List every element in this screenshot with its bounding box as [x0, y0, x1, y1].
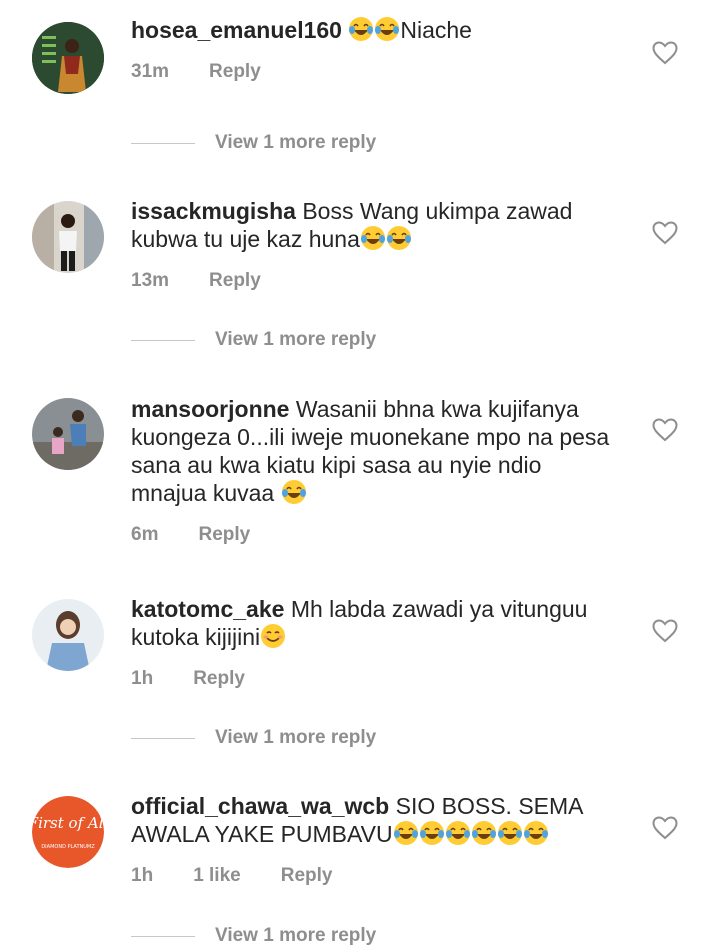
face-with-tears-of-joy-icon — [348, 16, 374, 48]
view-more-replies-label[interactable]: View 1 more reply — [215, 329, 376, 351]
comment-body: Niache — [400, 17, 472, 43]
face-with-tears-of-joy-icon — [281, 479, 307, 511]
divider-line — [131, 935, 195, 937]
reply-button[interactable]: Reply — [193, 668, 245, 690]
comment-time: 6m — [131, 524, 159, 545]
heart-icon[interactable] — [652, 816, 678, 840]
comment-username[interactable]: katotomc_ake — [131, 596, 284, 622]
face-with-tears-of-joy-icon — [419, 820, 445, 852]
avatar-logo-subtext: DIAMOND PLATNUMZ — [41, 844, 95, 850]
reply-button[interactable]: Reply — [198, 524, 250, 546]
heart-icon[interactable] — [652, 418, 678, 442]
heart-icon[interactable] — [652, 41, 678, 65]
avatar[interactable]: First of All DIAMOND PLATNUMZ — [32, 796, 104, 868]
comment-text: katotomc_ake Mh labda zawadi ya vitunguu… — [131, 595, 621, 655]
face-with-tears-of-joy-icon — [445, 820, 471, 852]
comment-text: mansoorjonne Wasanii bhna kwa kujifanya … — [131, 395, 621, 511]
like-count[interactable]: 1 like — [193, 865, 241, 887]
comment-meta: 31m Reply — [131, 61, 621, 83]
face-with-tears-of-joy-icon — [497, 820, 523, 852]
view-more-replies-button[interactable]: View 1 more reply — [131, 329, 376, 351]
view-more-replies-label[interactable]: View 1 more reply — [215, 727, 376, 749]
heart-icon[interactable] — [652, 619, 678, 643]
comment-time: 1h — [131, 668, 154, 689]
view-more-replies-label[interactable]: View 1 more reply — [215, 925, 376, 947]
divider-line — [131, 142, 195, 144]
face-with-tears-of-joy-icon — [386, 225, 412, 257]
face-with-tears-of-joy-icon — [393, 820, 419, 852]
comment-time: 1h — [131, 865, 154, 886]
divider-line — [131, 339, 195, 341]
comment-meta: 1h 1 like Reply — [131, 865, 621, 887]
comment-username[interactable]: official_chawa_wa_wcb — [131, 793, 389, 819]
comment-username[interactable]: mansoorjonne — [131, 396, 289, 422]
smiling-face-icon — [260, 623, 286, 655]
comment-text: official_chawa_wa_wcb SIO BOSS. SEMA AWA… — [131, 792, 621, 852]
face-with-tears-of-joy-icon — [360, 225, 386, 257]
comment-text: hosea_emanuel160 Niache — [131, 16, 621, 48]
comment-meta: 13m Reply — [131, 270, 621, 292]
view-more-replies-button[interactable]: View 1 more reply — [131, 925, 376, 947]
reply-button[interactable]: Reply — [281, 865, 333, 887]
face-with-tears-of-joy-icon — [523, 820, 549, 852]
comment-time: 31m — [131, 61, 170, 82]
view-more-replies-label[interactable]: View 1 more reply — [215, 132, 376, 154]
heart-icon[interactable] — [652, 221, 678, 245]
face-with-tears-of-joy-icon — [374, 16, 400, 48]
reply-button[interactable]: Reply — [209, 270, 261, 292]
comment-username[interactable]: hosea_emanuel160 — [131, 17, 342, 43]
avatar[interactable] — [32, 398, 104, 470]
comment-meta: 6m Reply — [131, 524, 621, 546]
reply-button[interactable]: Reply — [209, 61, 261, 83]
avatar[interactable] — [32, 599, 104, 671]
comment-text: issackmugisha Boss Wang ukimpa zawad kub… — [131, 197, 621, 257]
divider-line — [131, 737, 195, 739]
view-more-replies-button[interactable]: View 1 more reply — [131, 132, 376, 154]
view-more-replies-button[interactable]: View 1 more reply — [131, 727, 376, 749]
comment-meta: 1h Reply — [131, 668, 621, 690]
comment-time: 13m — [131, 270, 170, 291]
avatar-logo-text: First of All — [32, 814, 104, 832]
face-with-tears-of-joy-icon — [471, 820, 497, 852]
avatar[interactable] — [32, 22, 104, 94]
comment-username[interactable]: issackmugisha — [131, 198, 296, 224]
avatar[interactable] — [32, 201, 104, 273]
